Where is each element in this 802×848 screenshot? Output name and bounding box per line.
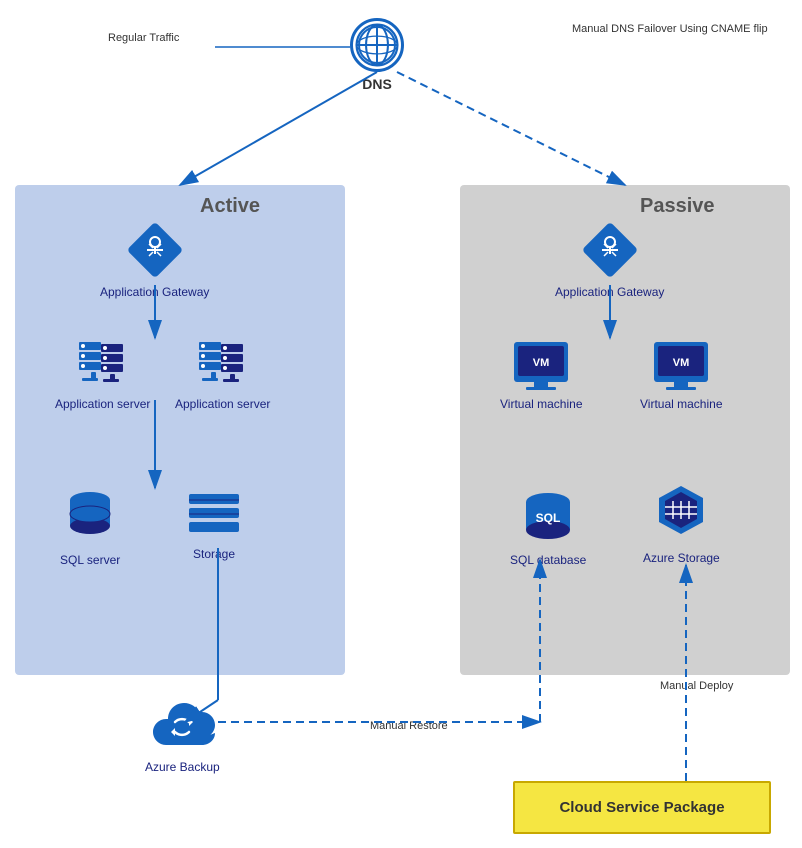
passive-app-gateway-label: Application Gateway <box>555 285 664 299</box>
active-app-server1-icon <box>77 340 129 392</box>
passive-sql-db-icon: SQL <box>519 490 577 548</box>
azure-backup-label: Azure Backup <box>145 760 220 774</box>
active-app-server2-label: Application server <box>175 397 270 411</box>
cloud-service-package-label: Cloud Service Package <box>559 799 724 816</box>
manual-dns-failover-label: Manual DNS Failover Using CNAME flip <box>572 22 768 37</box>
dns-label: DNS <box>362 76 392 92</box>
active-storage-label: Storage <box>193 547 235 561</box>
globe-icon <box>350 18 404 72</box>
passive-sql-db-label: SQL database <box>510 553 586 567</box>
manual-restore-label: Manual Restore <box>370 720 448 732</box>
passive-vm1-block: VM Virtual machine <box>500 340 583 411</box>
active-app-server1-block: Application server <box>55 340 150 411</box>
passive-vm2-icon: VM <box>652 340 710 392</box>
azure-backup-icon <box>147 700 217 755</box>
svg-text:VM: VM <box>673 357 690 369</box>
active-label: Active <box>200 195 260 218</box>
passive-vm2-label: Virtual machine <box>640 397 723 411</box>
regular-traffic-label: Regular Traffic <box>108 32 179 44</box>
svg-text:VM: VM <box>533 357 550 369</box>
active-app-gateway-label: Application Gateway <box>100 285 209 299</box>
passive-app-gateway-icon <box>580 220 640 280</box>
passive-vm1-icon: VM <box>512 340 570 392</box>
dns-globe: DNS <box>350 18 404 92</box>
diagram-container: Active Passive DNS Regular Traffic Manua… <box>0 0 802 848</box>
passive-azure-storage-block: Azure Storage <box>643 482 720 565</box>
active-storage-block: Storage <box>185 490 243 561</box>
passive-sql-db-block: SQL SQL database <box>510 490 586 567</box>
active-app-server2-block: Application server <box>175 340 270 411</box>
manual-deploy-label: Manual Deploy <box>660 680 733 692</box>
active-sql-server-label: SQL server <box>60 553 120 567</box>
passive-app-gateway-block: Application Gateway <box>555 220 664 299</box>
active-app-gateway-block: Application Gateway <box>100 220 209 299</box>
passive-vm1-label: Virtual machine <box>500 397 583 411</box>
active-app-server2-icon <box>197 340 249 392</box>
active-app-server1-label: Application server <box>55 397 150 411</box>
active-app-gateway-icon <box>125 220 185 280</box>
passive-vm2-block: VM Virtual machine <box>640 340 723 411</box>
azure-backup-block: Azure Backup <box>145 700 220 774</box>
passive-azure-storage-icon <box>651 482 711 546</box>
globe-ellipse2 <box>365 24 389 66</box>
active-sql-server-block: SQL server <box>60 490 120 567</box>
passive-label: Passive <box>640 195 715 218</box>
cloud-service-package-box: Cloud Service Package <box>513 781 771 834</box>
passive-azure-storage-label: Azure Storage <box>643 551 720 565</box>
active-sql-server-icon <box>64 490 116 548</box>
svg-text:SQL: SQL <box>536 511 561 525</box>
active-storage-icon <box>185 490 243 542</box>
